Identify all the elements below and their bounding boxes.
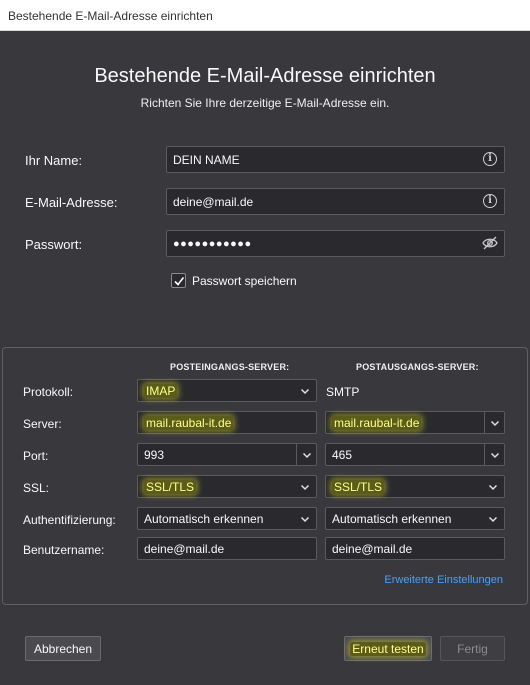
incoming-auth-select[interactable]: Automatisch erkennen [137,507,317,530]
outgoing-server-combo[interactable]: mail.raubal-it.de [325,411,505,434]
save-password-label: Passwort speichern [192,274,297,288]
password-field[interactable]: ●●●●●●●●●●● [166,230,505,257]
protocol-label: Protokoll: [23,385,74,399]
name-value: DEIN NAME [173,153,240,167]
chevron-down-icon [302,452,312,459]
outgoing-ssl-value: SSL/TLS [332,480,385,494]
outgoing-server-dropdown[interactable] [484,412,504,433]
page-subtitle: Richten Sie Ihre derzeitige E-Mail-Adres… [140,96,390,110]
account-setup-page: Bestehende E-Mail-Adresse einrichten Ric… [0,31,530,685]
outgoing-auth-select[interactable]: Automatisch erkennen [325,507,505,530]
incoming-port-combo[interactable]: 993 [137,443,317,466]
outgoing-server-value: mail.raubal-it.de [332,416,422,430]
outgoing-auth-value: Automatisch erkennen [332,512,452,526]
chevron-down-icon [488,484,498,491]
incoming-protocol-select[interactable]: IMAP [137,379,317,402]
outgoing-username-value: deine@mail.de [332,542,413,556]
email-value: deine@mail.de [173,195,254,209]
incoming-ssl-select[interactable]: SSL/TLS [137,475,317,498]
incoming-auth-value: Automatisch erkennen [144,512,264,526]
chevron-down-icon [490,420,500,427]
cancel-button[interactable]: Abbrechen [25,636,101,661]
outgoing-port-combo[interactable]: 465 [325,443,505,466]
password-value: ●●●●●●●●●●● [173,238,252,250]
outgoing-username-input[interactable]: deine@mail.de [325,537,505,560]
cancel-button-label: Abbrechen [33,642,93,656]
incoming-protocol-value: IMAP [144,384,178,398]
incoming-server-header: POSTEINGANGS-SERVER: [170,362,290,372]
ssl-label: SSL: [23,481,50,495]
chevron-down-icon [490,452,500,459]
outgoing-port-dropdown[interactable] [484,444,504,465]
outgoing-protocol-value: SMTP [326,385,360,399]
outgoing-port-value: 465 [332,448,353,462]
name-field[interactable]: DEIN NAME i [166,146,505,173]
retest-button-label: Erneut testen [350,642,426,656]
name-label: Ihr Name: [25,153,83,168]
chevron-down-icon [488,516,498,523]
done-button-label: Fertig [457,642,488,656]
server-label: Server: [23,417,62,431]
incoming-port-value: 993 [144,448,165,462]
incoming-server-value: mail.raubal-it.de [144,416,234,430]
incoming-username-input[interactable]: deine@mail.de [137,537,317,560]
outgoing-ssl-select[interactable]: SSL/TLS [325,475,505,498]
incoming-port-dropdown[interactable] [296,444,316,465]
port-label: Port: [23,449,49,463]
advanced-settings-link[interactable]: Erweiterte Einstellungen [384,574,503,586]
window-title: Bestehende E-Mail-Adresse einrichten [0,0,530,31]
username-label: Benutzername: [23,543,105,557]
done-button[interactable]: Fertig [440,636,505,661]
incoming-username-value: deine@mail.de [144,542,225,556]
eye-slash-icon[interactable] [482,236,498,250]
info-icon[interactable]: i [483,194,497,208]
retest-button[interactable]: Erneut testen [344,636,432,661]
server-settings-panel: POSTEINGANGS-SERVER: POSTAUSGANGS-SERVER… [2,347,528,605]
chevron-down-icon [300,484,310,491]
outgoing-server-header: POSTAUSGANGS-SERVER: [356,362,479,372]
auth-label: Authentifizierung: [23,513,116,527]
email-label: E-Mail-Adresse: [25,195,118,210]
password-label: Passwort: [25,237,83,252]
chevron-down-icon [300,516,310,523]
email-field[interactable]: deine@mail.de i [166,188,505,215]
save-password-checkbox[interactable] [171,273,186,288]
checkmark-icon [174,277,185,286]
page-title: Bestehende E-Mail-Adresse einrichten [94,65,436,87]
chevron-down-icon [300,388,310,395]
info-icon[interactable]: i [483,152,497,166]
incoming-server-input[interactable]: mail.raubal-it.de [137,411,317,434]
incoming-ssl-value: SSL/TLS [144,480,197,494]
